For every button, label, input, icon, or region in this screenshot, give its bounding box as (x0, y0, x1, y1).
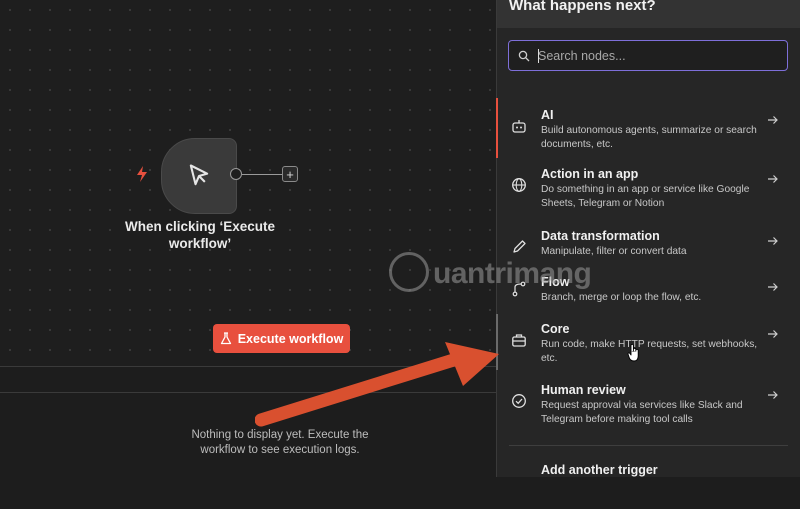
flask-icon (220, 332, 231, 345)
category-title: Human review (541, 383, 626, 397)
category-description: Build autonomous agents, summarize or se… (541, 125, 757, 150)
node-creator-panel: What happens next? AI Build autonomous a… (496, 0, 800, 477)
execute-workflow-button[interactable]: Execute workflow (213, 324, 350, 353)
category-description: Do something in an app or service like G… (541, 184, 750, 209)
logs-empty-message: Nothing to display yet. Execute the work… (191, 429, 369, 456)
selected-accent-bar (496, 98, 498, 158)
execute-workflow-label: Execute workflow (237, 331, 344, 346)
node-output-handle[interactable] (230, 168, 242, 180)
section-title: Add another trigger (541, 463, 658, 477)
category-title: Action in an app (541, 167, 639, 181)
search-icon (518, 50, 530, 62)
arrow-right-icon (768, 283, 778, 291)
trigger-bolt-icon (137, 166, 147, 182)
category-title: Data transformation (541, 229, 660, 243)
workflow-canvas[interactable]: + When clicking ‘Execute workflow’ Execu… (0, 0, 496, 366)
hand-cursor-icon (627, 343, 639, 362)
toolbox-icon (512, 334, 526, 347)
arrow-right-icon (768, 175, 778, 183)
category-description: Branch, merge or loop the flow, etc. (541, 292, 702, 303)
cursor-pointer-icon (189, 164, 209, 186)
panel-header: What happens next? (497, 0, 800, 28)
category-action-in-app[interactable]: Action in an app Do something in an app … (497, 167, 800, 213)
category-description: Manipulate, filter or convert data (541, 246, 687, 257)
logs-header-strip (0, 367, 496, 392)
category-title: Core (541, 322, 570, 336)
category-ai[interactable]: AI Build autonomous agents, summarize or… (496, 98, 800, 158)
add-another-trigger[interactable]: Add another trigger (497, 463, 800, 509)
category-description: Request approval via services like Slack… (541, 400, 743, 425)
node-label: When clicking ‘Execute workflow’ (124, 219, 276, 251)
search-box[interactable] (508, 40, 788, 71)
pen-icon (513, 240, 526, 253)
category-flow[interactable]: Flow Branch, merge or loop the flow, etc… (497, 275, 800, 321)
arrow-right-icon (768, 330, 778, 338)
globe-icon (512, 178, 526, 192)
arrow-right-icon (768, 391, 778, 399)
category-core[interactable]: Core Run code, make HTTP requests, set w… (496, 314, 800, 370)
arrow-right-icon (768, 116, 778, 124)
category-description: Run code, make HTTP requests, set webhoo… (541, 339, 758, 364)
category-human-review[interactable]: Human review Request approval via servic… (497, 383, 800, 429)
arrow-right-icon (768, 237, 778, 245)
category-title: AI (541, 108, 554, 122)
category-title: Flow (541, 275, 570, 289)
hover-accent-bar (496, 314, 498, 370)
panel-section-divider (509, 445, 788, 446)
branch-icon (512, 281, 526, 297)
manual-trigger-node[interactable] (161, 138, 237, 214)
category-data-transformation[interactable]: Data transformation Manipulate, filter o… (497, 229, 800, 275)
node-connector-line (242, 174, 282, 175)
add-node-button[interactable]: + (282, 166, 298, 182)
check-circle-icon (512, 394, 526, 408)
search-input[interactable] (538, 46, 778, 66)
robot-icon (512, 120, 526, 133)
panel-title: What happens next? (509, 0, 656, 14)
text-caret (538, 49, 539, 63)
